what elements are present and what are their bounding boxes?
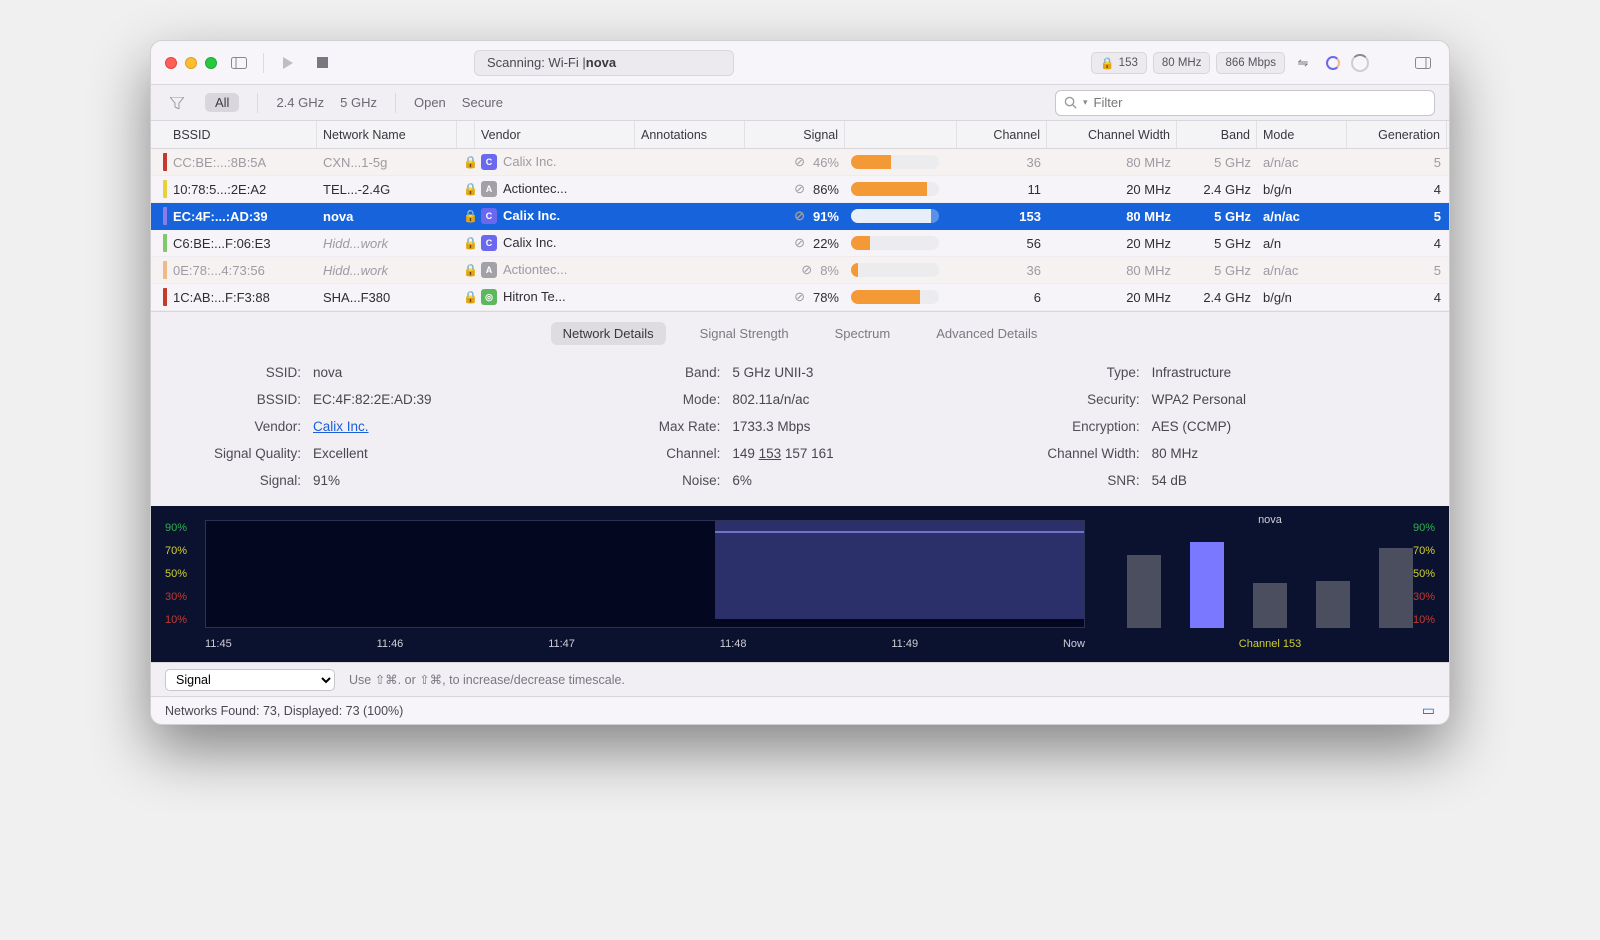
detail-signal-quality: Excellent [313, 446, 368, 461]
timescale-hint: Use ⇧⌘. or ⇧⌘, to increase/decrease time… [349, 672, 625, 687]
rate-pill: 866 Mbps [1216, 52, 1285, 74]
sidebar-toggle-icon[interactable] [227, 51, 251, 75]
detail-tabs: Network Details Signal Strength Spectrum… [151, 311, 1449, 359]
panel-toggle-icon[interactable] [1411, 51, 1435, 75]
filter-secure[interactable]: Secure [462, 95, 503, 110]
devices-icon[interactable]: ⇋ [1291, 51, 1315, 75]
status-text: Networks Found: 73, Displayed: 73 (100%) [165, 704, 403, 718]
lock-icon: 🔒 [457, 236, 475, 250]
filter-24ghz[interactable]: 2.4 GHz [276, 95, 324, 110]
detail-encryption: AES (CCMP) [1152, 419, 1232, 434]
tab-network-details[interactable]: Network Details [551, 322, 666, 345]
channel-bar-chart: nova 90%70%50%30%10% Channel 153 [1105, 516, 1435, 656]
filter-bar: All 2.4 GHz 5 GHz Open Secure ▾ [151, 85, 1449, 121]
minimize-icon[interactable] [185, 57, 197, 69]
table-row[interactable]: 0E:78:...4:73:56Hidd...work🔒AActiontec..… [151, 257, 1449, 284]
detail-vendor[interactable]: Calix Inc. [313, 419, 369, 434]
table-row[interactable]: CC:BE:...:8B:5ACXN...1-5g🔒CCalix Inc.⊘46… [151, 149, 1449, 176]
detail-snr: 54 dB [1152, 473, 1187, 488]
app-window: Scanning: Wi-Fi | nova 🔒 153 80 MHz 866 … [150, 40, 1450, 725]
display-mode-icon[interactable]: ▭ [1422, 702, 1435, 719]
detail-signal: 91% [313, 473, 340, 488]
status-bar: Networks Found: 73, Displayed: 73 (100%)… [151, 696, 1449, 724]
tab-advanced-details[interactable]: Advanced Details [924, 322, 1049, 345]
lock-icon: 🔒 [457, 182, 475, 196]
detail-panel: SSID:nova Band:5 GHz UNII-3 Type:Infrast… [151, 359, 1449, 506]
detail-maxrate: 1733.3 Mbps [732, 419, 810, 434]
detail-type: Infrastructure [1152, 365, 1232, 380]
stop-icon[interactable] [310, 51, 334, 75]
charts-panel: 90%70%50%30%10% 11:4511:4611:4711:4811:4… [151, 506, 1449, 662]
signal-time-chart: 90%70%50%30%10% 11:4511:4611:4711:4811:4… [165, 516, 1095, 656]
metric-select[interactable]: Signal [165, 669, 335, 691]
spinner-icon [1351, 54, 1369, 72]
network-table: BSSID Network Name Vendor Annotations Si… [151, 121, 1449, 311]
table-row[interactable]: EC:4F:...:AD:39nova🔒CCalix Inc.⊘91%15380… [151, 203, 1449, 230]
search-input[interactable]: ▾ [1055, 90, 1435, 116]
filter-5ghz[interactable]: 5 GHz [340, 95, 377, 110]
detail-channel-width: 80 MHz [1152, 446, 1199, 461]
refresh-icon[interactable] [1321, 51, 1345, 75]
filter-all[interactable]: All [205, 93, 239, 112]
tab-signal-strength[interactable]: Signal Strength [688, 322, 801, 345]
detail-noise: 6% [732, 473, 752, 488]
filter-open[interactable]: Open [414, 95, 446, 110]
detail-channel: 149 153 157 161 [732, 446, 833, 461]
lock-icon: 🔒 [457, 155, 475, 169]
lock-icon: 🔒 [457, 290, 475, 304]
width-pill: 80 MHz [1153, 52, 1211, 74]
filter-icon[interactable] [165, 91, 189, 115]
metric-bar: Signal Use ⇧⌘. or ⇧⌘, to increase/decrea… [151, 662, 1449, 696]
table-row[interactable]: 1C:AB:...F:F3:88SHA...F380🔒◎Hitron Te...… [151, 284, 1449, 311]
lock-pill: 🔒 153 [1091, 52, 1147, 74]
table-header[interactable]: BSSID Network Name Vendor Annotations Si… [151, 121, 1449, 149]
zoom-icon[interactable] [205, 57, 217, 69]
window-controls [165, 57, 217, 69]
titlebar: Scanning: Wi-Fi | nova 🔒 153 80 MHz 866 … [151, 41, 1449, 85]
detail-security: WPA2 Personal [1152, 392, 1246, 407]
play-icon[interactable] [276, 51, 300, 75]
detail-band: 5 GHz UNII-3 [732, 365, 813, 380]
lock-icon: 🔒 [457, 263, 475, 277]
table-row[interactable]: C6:BE:...F:06:E3Hidd...work🔒CCalix Inc.⊘… [151, 230, 1449, 257]
detail-bssid: EC:4F:82:2E:AD:39 [313, 392, 432, 407]
detail-mode: 802.11a/n/ac [732, 392, 809, 407]
lock-icon: 🔒 [457, 209, 475, 223]
tab-spectrum[interactable]: Spectrum [823, 322, 903, 345]
close-icon[interactable] [165, 57, 177, 69]
detail-ssid: nova [313, 365, 342, 380]
table-row[interactable]: 10:78:5...:2E:A2TEL...-2.4G🔒AActiontec..… [151, 176, 1449, 203]
scan-title: Scanning: Wi-Fi | nova [474, 50, 734, 76]
